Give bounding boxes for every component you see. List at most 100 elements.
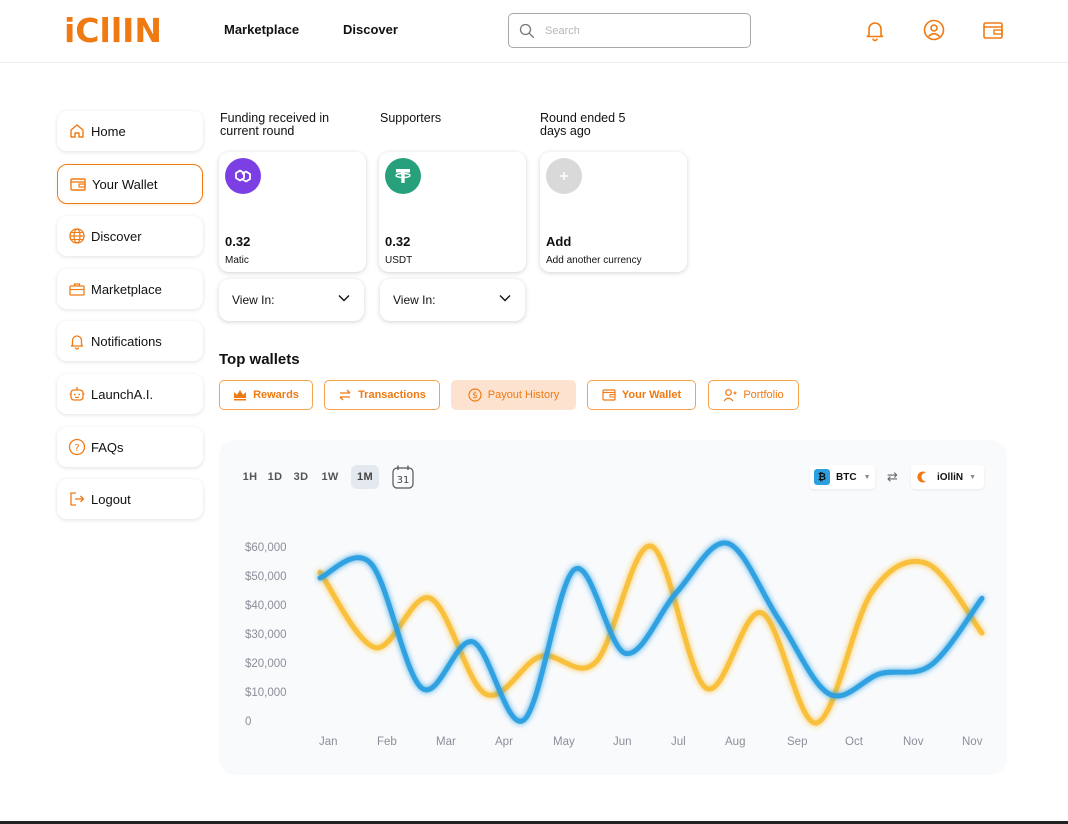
- card-amount: 0.32: [385, 234, 411, 249]
- iollin-token-icon: [915, 469, 931, 485]
- chart-panel: [219, 440, 1007, 775]
- user-circle-icon[interactable]: [922, 18, 946, 42]
- dollar-circle-icon: $: [468, 388, 482, 402]
- search-icon: [519, 23, 535, 38]
- top-wallets-title: Top wallets: [219, 351, 300, 368]
- bitcoin-icon: ₿: [814, 469, 830, 485]
- sidebar-item-discover[interactable]: Discover: [57, 216, 203, 256]
- view-in-dropdown-usdt[interactable]: View In:: [380, 279, 525, 321]
- search-box[interactable]: [508, 13, 751, 48]
- sidebar-item-logout[interactable]: Logout: [57, 479, 203, 519]
- swap-icon: [339, 389, 351, 401]
- bell-icon: [67, 331, 87, 351]
- y-tick-label: 0: [245, 716, 252, 728]
- tab-label: Payout History: [487, 389, 560, 401]
- card-currency: Add another currency: [546, 255, 642, 266]
- svg-text:?: ?: [74, 443, 79, 454]
- y-tick-label: $50,000: [245, 571, 287, 583]
- sidebar-item-faqs[interactable]: ? FAQs: [57, 427, 203, 467]
- card-currency: USDT: [385, 255, 413, 266]
- currency-card-usdt[interactable]: 0.32 USDT: [379, 152, 526, 272]
- to-token-select[interactable]: iOlliN ▼: [911, 465, 984, 489]
- wallet-icon: [602, 389, 616, 401]
- user-plus-icon: [723, 389, 737, 402]
- x-tick-label: Jul: [671, 736, 686, 748]
- bell-icon[interactable]: [863, 18, 887, 42]
- x-tick-label: Oct: [845, 736, 863, 748]
- x-tick-label: Jan: [319, 736, 338, 748]
- logo-mark-icon: iCllIN: [64, 12, 162, 48]
- search-input[interactable]: [545, 24, 725, 37]
- tab-transactions[interactable]: Transactions: [324, 380, 440, 410]
- add-currency-card[interactable]: Add Add another currency: [540, 152, 687, 272]
- sidebar-item-label: Logout: [91, 491, 131, 507]
- range-3d-button[interactable]: 3D: [290, 465, 312, 489]
- swap-pair-icon[interactable]: ⇄: [887, 469, 898, 485]
- supporters-heading: Supporters: [380, 111, 442, 125]
- y-tick-label: $40,000: [245, 600, 287, 612]
- sidebar-item-label: LaunchA.I.: [91, 386, 154, 402]
- home-icon: [67, 121, 87, 141]
- crown-icon: [234, 390, 247, 401]
- from-token-label: BTC: [836, 471, 857, 483]
- card-currency: Matic: [225, 255, 249, 266]
- range-1m-button[interactable]: 1M: [351, 465, 379, 489]
- x-tick-label: Jun: [613, 736, 632, 748]
- tether-icon: [385, 158, 421, 194]
- plus-icon: [546, 158, 582, 194]
- tab-your-wallet[interactable]: Your Wallet: [587, 380, 696, 410]
- sidebar-item-label: Home: [91, 123, 126, 139]
- y-tick-label: $30,000: [245, 629, 287, 641]
- round-ended-heading: Round ended 5 days ago: [540, 111, 626, 138]
- nav-discover-link[interactable]: Discover: [343, 22, 398, 37]
- card-amount: Add: [546, 234, 572, 249]
- question-icon: ?: [67, 437, 87, 457]
- sidebar-item-launchai[interactable]: LaunchA.I.: [57, 374, 203, 414]
- to-token-label: iOlliN: [937, 471, 964, 483]
- sidebar-item-marketplace[interactable]: Marketplace: [57, 269, 203, 309]
- logout-icon: [67, 489, 87, 509]
- logo-wordmark: iCllIN: [64, 12, 162, 48]
- range-1d-button[interactable]: 1D: [264, 465, 286, 489]
- funding-received-heading: Funding received in current round: [220, 111, 330, 138]
- card-amount: 0.32: [225, 234, 251, 249]
- robot-icon: [67, 384, 87, 404]
- sidebar-item-label: Marketplace: [91, 281, 162, 297]
- sidebar-item-label: FAQs: [91, 439, 124, 455]
- tab-portfolio[interactable]: Portfolio: [708, 380, 799, 410]
- x-tick-label: Nov: [903, 736, 924, 748]
- globe-icon: [67, 226, 87, 246]
- sidebar-item-notifications[interactable]: Notifications: [57, 321, 203, 361]
- brand-logo[interactable]: iCllIN: [64, 12, 174, 48]
- tab-rewards[interactable]: Rewards: [219, 380, 313, 410]
- range-1h-button[interactable]: 1H: [239, 465, 261, 489]
- sidebar-item-label: Discover: [91, 228, 142, 244]
- tab-payout-history[interactable]: $ Payout History: [451, 380, 576, 410]
- top-header: iCllIN Marketplace Discover: [0, 0, 1068, 63]
- svg-text:$: $: [472, 391, 478, 401]
- view-in-dropdown-matic[interactable]: View In:: [219, 279, 364, 321]
- tab-label: Portfolio: [743, 389, 784, 401]
- view-in-label: View In:: [232, 293, 275, 307]
- range-1w-button[interactable]: 1W: [317, 465, 343, 489]
- x-tick-label: May: [553, 736, 575, 748]
- tab-label: Your Wallet: [621, 389, 682, 401]
- sidebar-item-your-wallet[interactable]: Your Wallet: [57, 164, 203, 204]
- y-tick-label: $20,000: [245, 658, 287, 670]
- calendar-icon[interactable]: 31: [391, 464, 415, 490]
- wallet-icon: [68, 174, 88, 194]
- polygon-icon: [225, 158, 261, 194]
- from-token-select[interactable]: ₿ BTC ▼: [810, 465, 875, 489]
- currency-card-matic[interactable]: 0.32 Matic: [219, 152, 366, 272]
- x-tick-label: Nov: [962, 736, 983, 748]
- y-tick-label: $60,000: [245, 542, 287, 554]
- view-in-label: View In:: [393, 293, 436, 307]
- chevron-down-icon: [338, 295, 350, 302]
- sidebar-item-label: Your Wallet: [92, 176, 158, 192]
- wallet-icon[interactable]: [981, 18, 1005, 42]
- caret-down-icon: ▼: [863, 473, 871, 481]
- x-tick-label: Feb: [377, 736, 397, 748]
- sidebar-item-home[interactable]: Home: [57, 111, 203, 151]
- nav-marketplace-link[interactable]: Marketplace: [224, 22, 299, 37]
- chevron-down-icon: [499, 295, 511, 302]
